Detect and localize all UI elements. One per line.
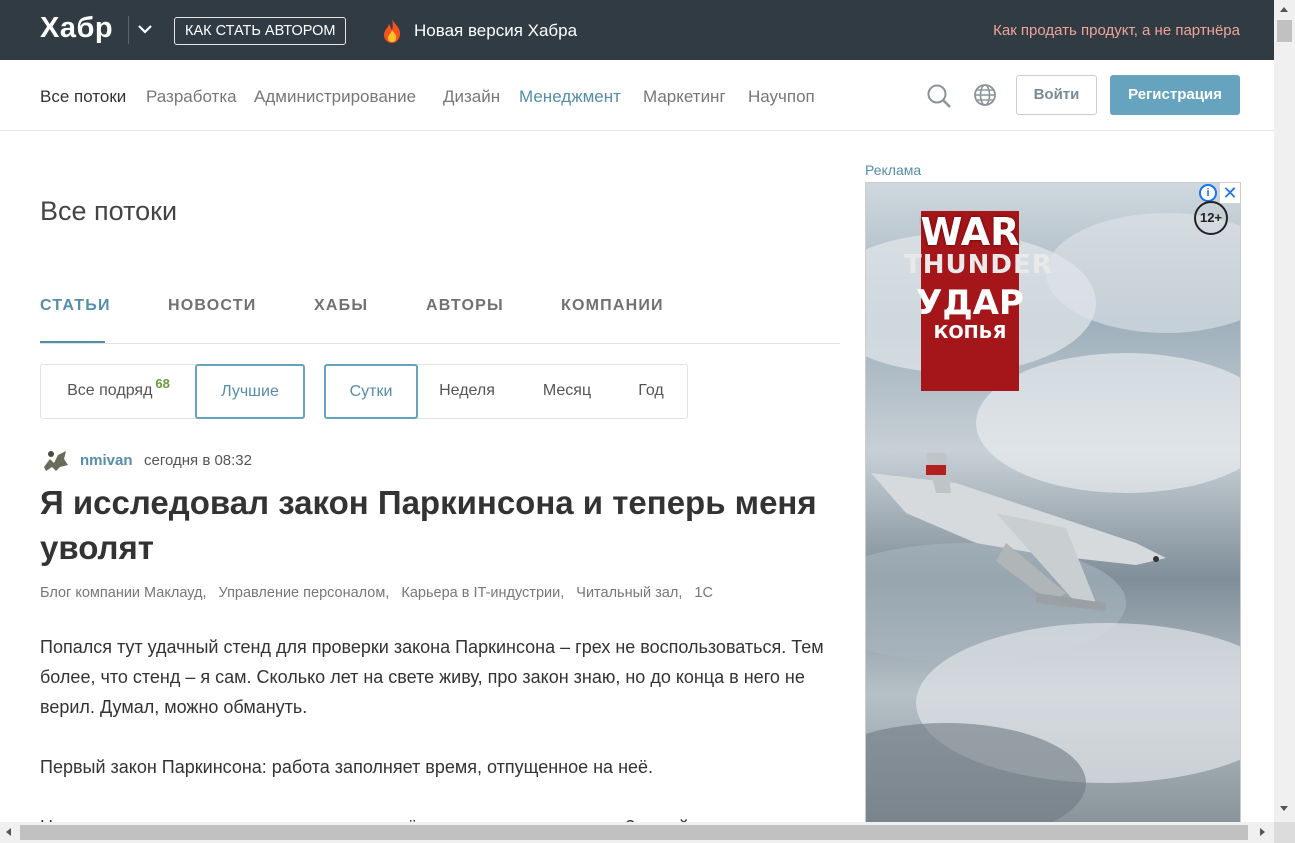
fire-icon	[384, 19, 401, 43]
filter-all-label: Все подряд	[67, 382, 153, 399]
promo-link[interactable]: Как продать продукт, а не партнёра	[993, 22, 1240, 39]
login-button[interactable]: Войти	[1016, 75, 1097, 115]
post-time: сегодня в 08:32	[144, 452, 252, 469]
period-filter-group: Сутки Неделя Месяц Год	[324, 364, 688, 419]
filter-all-button[interactable]: Все подряд 68	[41, 364, 196, 419]
horizontal-scrollbar[interactable]	[0, 822, 1274, 843]
habr-logo[interactable]: Хабр	[40, 12, 113, 45]
avatar[interactable]	[40, 445, 70, 475]
nav-item-management[interactable]: Менеджмент	[519, 87, 621, 107]
sort-filter-group: Все подряд 68 Лучшие	[40, 364, 305, 419]
new-count-badge: 68	[155, 376, 170, 391]
search-icon[interactable]	[926, 83, 952, 109]
period-month-button[interactable]: Месяц	[521, 364, 613, 419]
scroll-right-icon[interactable]	[1260, 828, 1265, 836]
main-nav: Все потоки Разработка Администрирование …	[0, 60, 1274, 131]
ad-banner[interactable]: WAR THUNDER УДАР КОПЬЯ i ✕ 12+	[865, 182, 1241, 823]
tab-news[interactable]: НОВОСТИ	[168, 297, 256, 315]
filter-best-button[interactable]: Лучшие	[195, 364, 305, 419]
ad-subheadline: КОПЬЯ	[933, 322, 1007, 343]
post-hubs: Блог компании Маклауд, Управление персон…	[40, 585, 721, 601]
scroll-left-icon[interactable]	[6, 828, 11, 836]
close-icon[interactable]: ✕	[1220, 183, 1240, 203]
nav-item-administration[interactable]: Администрирование	[254, 87, 416, 107]
info-icon[interactable]: i	[1199, 184, 1217, 202]
hub-link[interactable]: 1С	[694, 585, 713, 601]
top-bar: Хабр КАК СТАТЬ АВТОРОМ Новая версия Хабр…	[0, 0, 1274, 60]
scroll-thumb[interactable]	[20, 825, 1248, 840]
register-button[interactable]: Регистрация	[1110, 75, 1240, 115]
nav-item-design[interactable]: Дизайн	[443, 87, 500, 107]
page-title: Все потоки	[40, 196, 178, 226]
age-rating-badge: 12+	[1194, 201, 1228, 235]
nav-item-popsci[interactable]: Научпоп	[748, 87, 815, 107]
hub-link[interactable]: Читальный зал,	[576, 585, 682, 601]
hub-link[interactable]: Управление персоналом,	[219, 585, 390, 601]
tab-hubs[interactable]: ХАБЫ	[314, 297, 368, 315]
period-day-button[interactable]: Сутки	[324, 364, 418, 419]
post-title[interactable]: Я исследовал закон Паркинсона и теперь м…	[40, 480, 840, 570]
nav-item-marketing[interactable]: Маркетинг	[643, 87, 726, 107]
tab-authors[interactable]: АВТОРЫ	[426, 297, 504, 315]
period-week-button[interactable]: Неделя	[419, 364, 515, 419]
active-tab-indicator	[40, 341, 105, 343]
nav-item-all-streams[interactable]: Все потоки	[40, 87, 126, 107]
post-paragraph: Попался тут удачный стенд для проверки з…	[40, 637, 824, 717]
ad-logo: WAR THUNDER УДАР КОПЬЯ	[904, 210, 1053, 343]
ad-headline: УДАР	[916, 283, 1024, 323]
chevron-down-icon[interactable]	[137, 20, 153, 38]
ad-label: Реклама	[865, 162, 922, 178]
nav-item-development[interactable]: Разработка	[146, 87, 237, 107]
scroll-up-icon[interactable]	[1280, 7, 1288, 12]
hub-link[interactable]: Блог компании Маклауд,	[40, 585, 206, 601]
hub-link[interactable]: Карьера в IT-индустрии,	[401, 585, 564, 601]
scrollbar-corner	[1274, 822, 1295, 843]
content-tabs: СТАТЬИ НОВОСТИ ХАБЫ АВТОРЫ КОМПАНИИ	[40, 296, 840, 344]
ad-logo-top: WAR	[920, 210, 1020, 254]
vertical-scrollbar[interactable]	[1274, 0, 1295, 822]
how-to-become-author-button[interactable]: КАК СТАТЬ АВТОРОМ	[174, 17, 347, 45]
globe-icon[interactable]	[973, 83, 997, 107]
scroll-thumb[interactable]	[1277, 20, 1292, 42]
post-paragraph: Первый закон Паркинсона: работа заполняе…	[40, 757, 654, 777]
post-author-link[interactable]: nmivan	[80, 452, 133, 469]
new-version-link[interactable]: Новая версия Хабра	[414, 21, 577, 41]
logo-divider	[128, 16, 129, 44]
tab-articles[interactable]: СТАТЬИ	[40, 297, 111, 315]
scroll-down-icon[interactable]	[1280, 806, 1288, 811]
tab-companies[interactable]: КОМПАНИИ	[561, 297, 664, 315]
ad-logo-bottom: THUNDER	[904, 250, 1053, 280]
period-year-button[interactable]: Год	[615, 364, 687, 419]
